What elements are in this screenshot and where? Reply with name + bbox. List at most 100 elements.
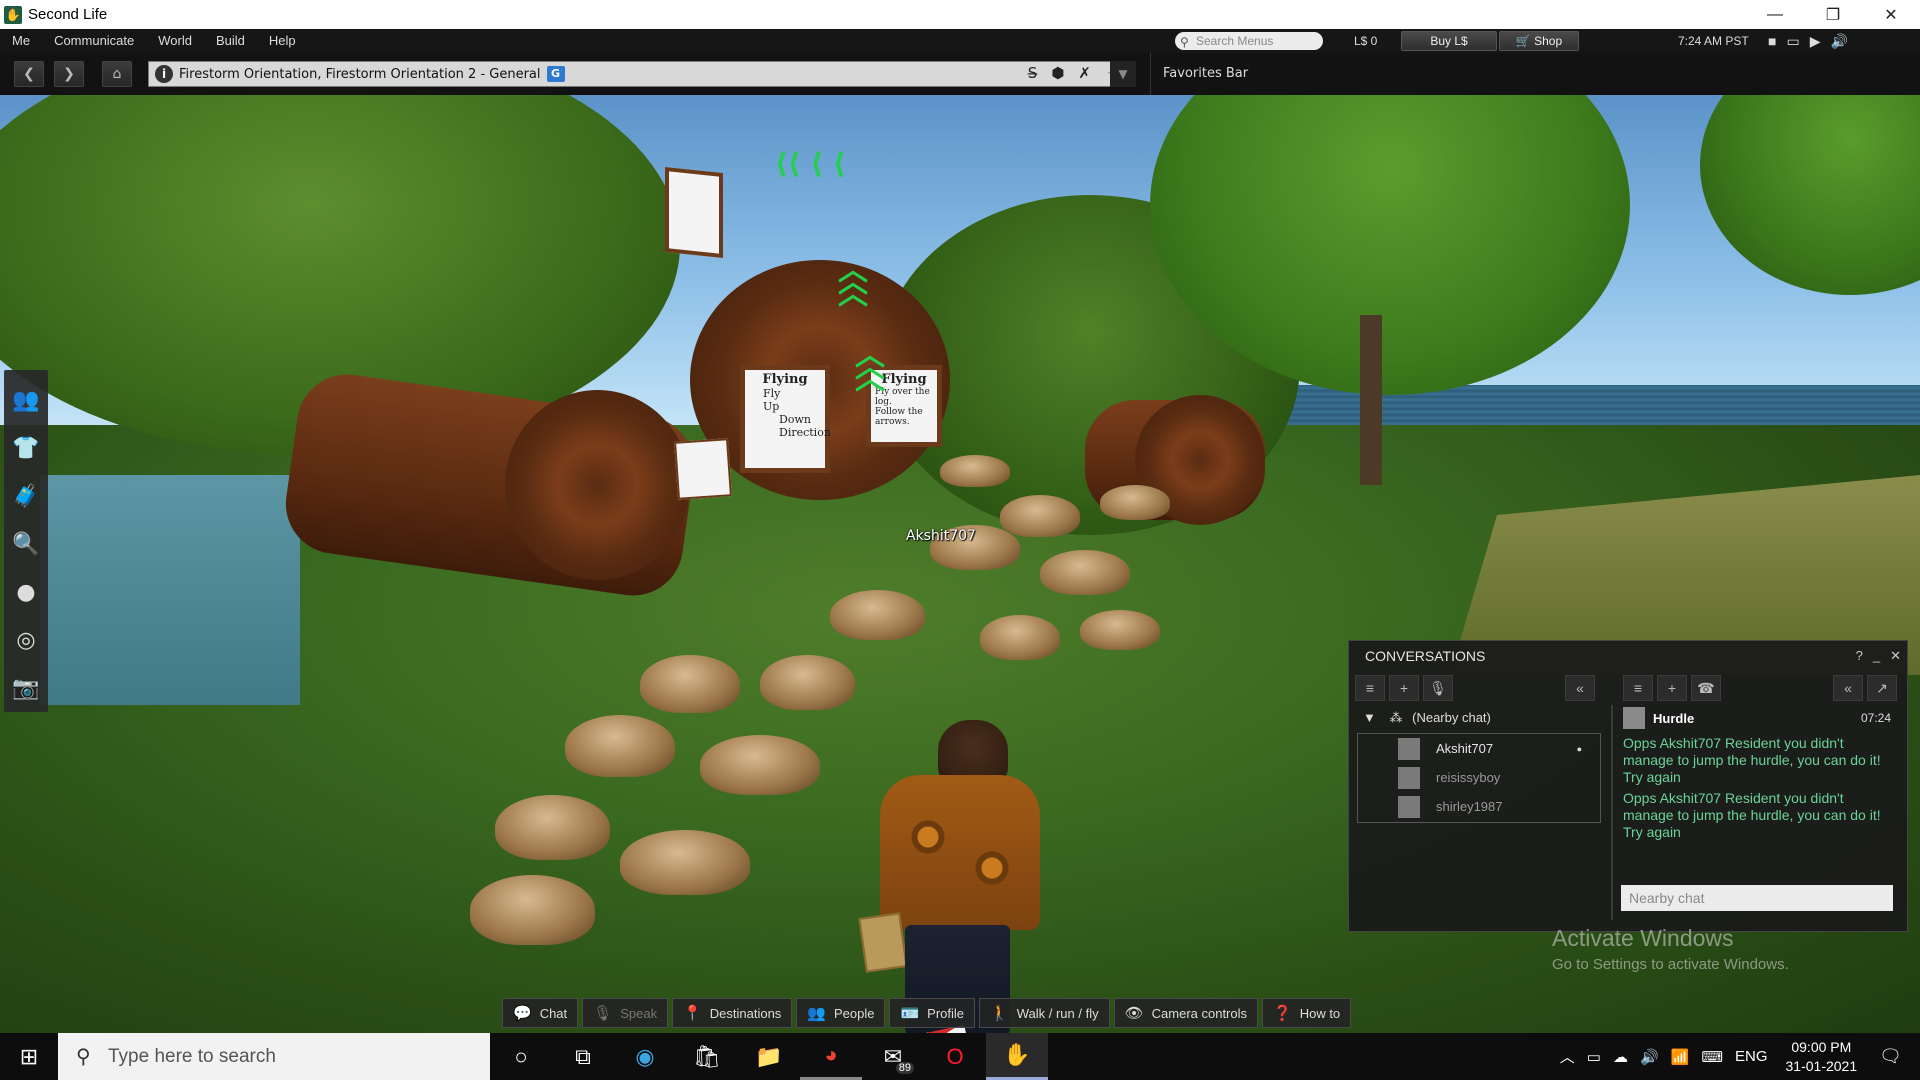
collapse-list-button[interactable]: « xyxy=(1565,675,1595,701)
sl-time: 7:24 AM PST xyxy=(1678,34,1749,48)
monitor-icon[interactable]: ▭ xyxy=(1786,33,1799,50)
volume-icon[interactable]: 🔊 xyxy=(1830,33,1847,50)
opera-taskbar-button[interactable]: O xyxy=(924,1033,986,1080)
activate-subtitle: Go to Settings to activate Windows. xyxy=(1552,956,1789,973)
sign-line: Down xyxy=(779,413,811,426)
menu-communicate[interactable]: Communicate xyxy=(42,29,146,53)
menu-help[interactable]: Help xyxy=(257,29,308,53)
destinations-button[interactable]: 📍 Destinations xyxy=(672,998,793,1028)
buy-linden-button[interactable]: Buy L$ xyxy=(1401,31,1497,51)
chat-button[interactable]: 💬 Chat xyxy=(502,998,579,1028)
location-text: Firestorm Orientation, Firestorm Orienta… xyxy=(179,66,541,82)
add-participant-button[interactable]: + xyxy=(1657,675,1687,701)
shop-label: Shop xyxy=(1534,34,1563,48)
participant-name: Akshit707 xyxy=(1436,741,1494,756)
chevron-up-icon[interactable]: ︿ xyxy=(1554,1046,1581,1067)
participant-row[interactable]: shirley1987 xyxy=(1358,792,1600,821)
cloud-icon[interactable]: ☁ xyxy=(1607,1048,1634,1066)
window-title: Second Life xyxy=(28,6,108,23)
forward-button[interactable]: ❯ xyxy=(54,61,84,87)
tree-trunk xyxy=(1360,315,1382,485)
phone-icon: ☎ xyxy=(1697,679,1715,696)
secondlife-taskbar-button[interactable]: ✋ xyxy=(986,1033,1048,1080)
walk-icon: 🚶 xyxy=(990,1005,1009,1022)
flying-sign-left: Flying Fly Up Down Direction xyxy=(740,365,831,473)
close-panel-button[interactable]: ✕ xyxy=(1890,641,1901,671)
taskbar-clock[interactable]: 09:00 PM 31-01-2021 xyxy=(1774,1038,1870,1076)
location-bar[interactable]: i Firestorm Orientation, Firestorm Orien… xyxy=(148,61,1132,87)
call-button[interactable]: ☎ xyxy=(1691,675,1721,701)
participant-name: shirley1987 xyxy=(1436,799,1503,814)
battery-icon[interactable]: ▭ xyxy=(1581,1048,1607,1066)
inventory-icon[interactable]: 🧳 xyxy=(6,472,46,520)
path-rock xyxy=(565,715,675,777)
voice-call-button[interactable]: 🎙 xyxy=(1423,675,1453,701)
participant-name: reisissyboy xyxy=(1436,770,1501,785)
conversations-header[interactable]: CONVERSATIONS ? _ ✕ xyxy=(1349,641,1907,671)
people-button[interactable]: 👥 People xyxy=(796,998,886,1028)
shop-button[interactable]: 🛒 Shop xyxy=(1499,31,1579,51)
play-icon[interactable]: ▶ xyxy=(1810,33,1821,50)
map-icon[interactable]: ● xyxy=(6,568,46,616)
close-button[interactable]: ✕ xyxy=(1862,0,1920,29)
speak-button[interactable]: 🎙 Speak xyxy=(582,998,669,1028)
menu-build[interactable]: Build xyxy=(204,29,257,53)
new-conversation-button[interactable]: + xyxy=(1389,675,1419,701)
walk-run-fly-button[interactable]: 🚶 Walk / run / fly xyxy=(979,998,1110,1028)
menu-world[interactable]: World xyxy=(146,29,204,53)
home-button[interactable]: ⌂ xyxy=(102,61,132,87)
start-button[interactable]: ⊞ xyxy=(0,1033,58,1080)
path-rock xyxy=(940,455,1010,487)
task-view-button[interactable]: ⧉ xyxy=(552,1033,614,1080)
tear-off-button[interactable]: ↗ xyxy=(1867,675,1897,701)
windows-taskbar: ⊞ ⚲ Type here to search ○ ⧉ ◉ 🛍 📁 ◕ ✉ 89 … xyxy=(0,1033,1920,1080)
file-explorer-taskbar-button[interactable]: 📁 xyxy=(738,1033,800,1080)
taskbar-search-box[interactable]: ⚲ Type here to search xyxy=(58,1033,490,1080)
maturity-badge: G xyxy=(546,66,565,82)
nearby-chat-group[interactable]: ▼ ⁂ (Nearby chat) xyxy=(1355,705,1603,731)
store-taskbar-button[interactable]: 🛍 xyxy=(676,1033,738,1080)
participant-row[interactable]: Akshit707 ● xyxy=(1358,734,1600,763)
info-icon[interactable]: i xyxy=(155,65,173,83)
keyboard-icon[interactable]: ⌨ xyxy=(1695,1048,1729,1066)
avatar-body[interactable] xyxy=(880,775,1040,930)
profile-button[interactable]: 🪪 Profile xyxy=(889,998,976,1028)
restore-button[interactable]: ❐ xyxy=(1804,0,1862,29)
chat-message: Opps Akshit707 Resident you didn't manag… xyxy=(1623,735,1881,785)
chat-options-button[interactable]: ≡ xyxy=(1623,675,1653,701)
search-menus-input[interactable]: ⚲ Search Menus xyxy=(1175,32,1323,50)
log-left-end xyxy=(505,390,690,580)
language-indicator[interactable]: ENG xyxy=(1729,1048,1774,1065)
cortana-button[interactable]: ○ xyxy=(490,1033,552,1080)
linden-balance[interactable]: L$ 0 xyxy=(1354,29,1377,53)
people-icon[interactable]: 👥 xyxy=(6,376,46,424)
participant-row[interactable]: reisissyboy xyxy=(1358,763,1600,792)
nearby-chat-input[interactable]: Nearby chat xyxy=(1621,885,1893,911)
how-to-button[interactable]: ❓ How to xyxy=(1262,998,1352,1028)
radar-icon[interactable]: ◎ xyxy=(6,616,46,664)
camera-controls-button[interactable]: 👁 Camera controls xyxy=(1113,998,1259,1028)
help-button[interactable]: ? xyxy=(1856,641,1863,671)
double-chevron-left-icon: « xyxy=(1576,680,1584,696)
mail-taskbar-button[interactable]: ✉ 89 xyxy=(862,1033,924,1080)
sort-options-button[interactable]: ≡ xyxy=(1355,675,1385,701)
minimize-panel-button[interactable]: _ xyxy=(1873,641,1880,671)
back-button[interactable]: ❮ xyxy=(14,61,44,87)
message-sender[interactable]: Hurdle xyxy=(1653,711,1694,726)
help-book-icon: ❓ xyxy=(1273,1005,1292,1022)
plus-icon: + xyxy=(1399,680,1409,696)
location-history-dropdown[interactable]: ▼ xyxy=(1110,61,1136,87)
notification-icon[interactable]: 🗨 xyxy=(1869,1046,1920,1067)
wifi-icon[interactable]: 📶 xyxy=(1665,1048,1696,1066)
appearance-icon[interactable]: 👕 xyxy=(6,424,46,472)
minimize-button[interactable]: — xyxy=(1746,0,1804,29)
volume-icon[interactable]: 🔊 xyxy=(1634,1048,1665,1066)
snapshot-icon[interactable]: 📷 xyxy=(6,664,46,712)
arrow-up-icon: ︿ ︿ ︿ xyxy=(855,338,885,397)
search-icon[interactable]: 🔍 xyxy=(6,520,46,568)
menu-me[interactable]: Me xyxy=(0,29,42,53)
edge-taskbar-button[interactable]: ◉ xyxy=(614,1033,676,1080)
collapse-messages-button[interactable]: « xyxy=(1833,675,1863,701)
video-camera-icon[interactable]: ■ xyxy=(1768,33,1776,49)
chrome-taskbar-button[interactable]: ◕ xyxy=(800,1033,862,1080)
